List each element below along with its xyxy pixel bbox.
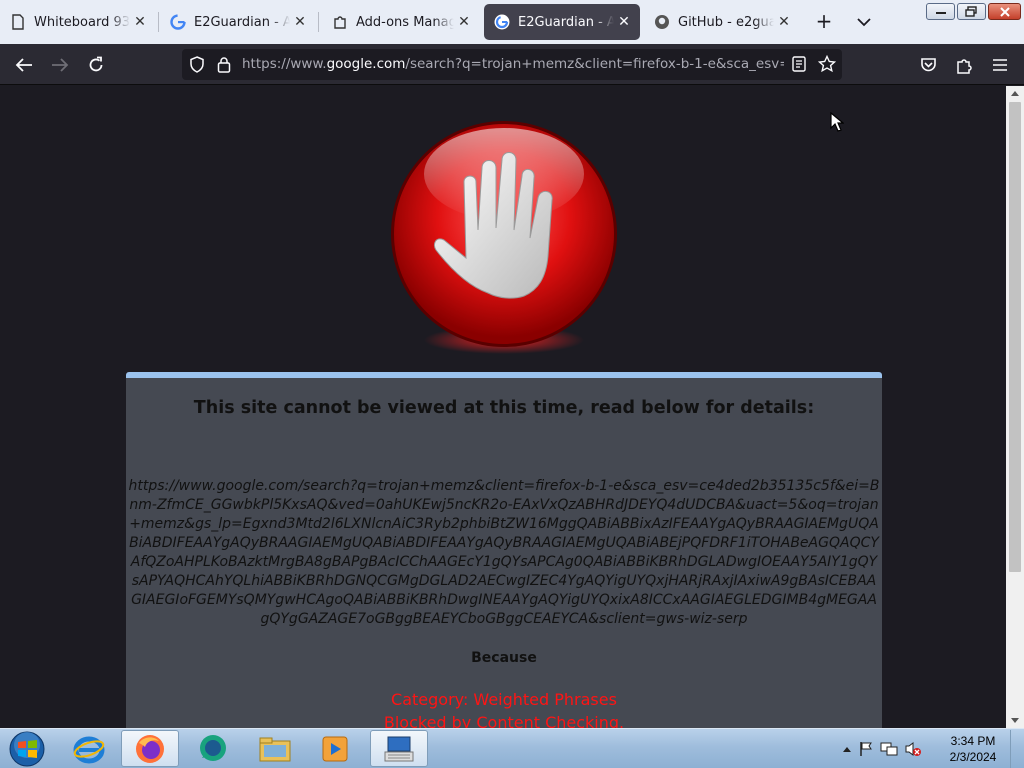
back-arrow-icon	[15, 58, 32, 72]
vertical-scrollbar[interactable]	[1006, 86, 1024, 729]
tab-whiteboard[interactable]: Whiteboard 933837 ✕	[0, 4, 156, 40]
url-path: /search?q=trojan+memz&client=firefox-b-1…	[405, 56, 784, 72]
minimize-icon	[935, 11, 946, 14]
new-tab-button[interactable]: +	[812, 10, 836, 34]
because-label: Because	[471, 650, 537, 666]
pocket-button[interactable]	[915, 52, 941, 78]
document-icon	[10, 14, 26, 30]
puzzle-icon	[956, 58, 972, 74]
tab-addons-manager[interactable]: Add-ons Manager ✕	[322, 4, 480, 40]
taskbar-internet-explorer[interactable]	[60, 730, 118, 767]
mouse-cursor-icon	[830, 112, 844, 132]
block-reason: Blocked by Content Checking.	[383, 713, 625, 729]
tab-divider	[158, 12, 159, 32]
github-icon	[654, 14, 670, 30]
tab-divider	[318, 12, 319, 32]
close-window-button[interactable]	[988, 3, 1021, 20]
firefox-icon	[136, 734, 164, 763]
tab-title: E2Guardian - Access Denied	[194, 14, 290, 30]
forward-arrow-icon	[52, 58, 69, 72]
keyboard-app-icon	[384, 736, 414, 761]
stop-hand-icon	[391, 121, 617, 354]
show-hidden-icons-icon[interactable]	[842, 745, 852, 753]
blocked-url: https://www.google.com/search?q=trojan+m…	[128, 478, 880, 627]
pocket-icon	[920, 58, 936, 72]
reload-icon	[89, 56, 103, 72]
close-icon	[999, 6, 1010, 17]
address-bar[interactable]: https://www.google.com/search?q=trojan+m…	[182, 49, 842, 80]
volume-muted-icon[interactable]	[904, 741, 922, 757]
lock-icon[interactable]	[217, 56, 231, 77]
extensions-button[interactable]	[951, 52, 977, 78]
block-message-panel: This site cannot be viewed at this time,…	[126, 372, 882, 729]
file-explorer-icon	[259, 737, 291, 761]
start-button[interactable]	[4, 730, 50, 768]
url-text[interactable]: https://www.google.com/search?q=trojan+m…	[242, 56, 784, 72]
tab-e2guardian-1[interactable]: E2Guardian - Access Denied ✕	[160, 4, 316, 40]
close-tab-icon[interactable]: ✕	[290, 12, 310, 32]
tab-e2guardian-active[interactable]: E2Guardian - Access Denied ✕	[484, 4, 640, 40]
scrollbar-thumb[interactable]	[1009, 102, 1021, 572]
taskbar-keyboard-app[interactable]	[370, 730, 428, 767]
close-tab-icon[interactable]: ✕	[454, 12, 474, 32]
bookmark-star-icon[interactable]	[817, 54, 837, 77]
close-tab-icon[interactable]: ✕	[614, 12, 634, 32]
reader-view-icon[interactable]	[792, 56, 806, 76]
media-player-icon	[322, 736, 348, 761]
tab-github[interactable]: GitHub - e2guardian ✕	[644, 4, 800, 40]
taskbar-chat-app[interactable]	[184, 730, 242, 767]
page-content: This site cannot be viewed at this time,…	[0, 86, 1006, 729]
close-tab-icon[interactable]: ✕	[130, 12, 150, 32]
tab-title: Add-ons Manager	[356, 14, 454, 30]
taskbar-media-player[interactable]	[306, 730, 364, 767]
list-all-tabs-button[interactable]	[852, 10, 876, 34]
windows-start-icon	[9, 731, 45, 767]
restore-button[interactable]	[957, 3, 986, 20]
chevron-down-icon	[857, 17, 871, 26]
scroll-down-icon[interactable]	[1006, 713, 1024, 727]
tab-title: Whiteboard 933837	[34, 14, 130, 30]
forward-button[interactable]	[47, 52, 73, 78]
tab-strip: Whiteboard 933837 ✕ E2Guardian - Access …	[0, 0, 1024, 44]
hamburger-menu-icon	[993, 59, 1007, 71]
system-tray	[842, 735, 922, 763]
close-tab-icon[interactable]: ✕	[774, 12, 794, 32]
google-icon	[170, 14, 186, 30]
clock-time: 3:34 PM	[950, 734, 996, 748]
tab-title: E2Guardian - Access Denied	[518, 14, 614, 30]
taskbar-firefox[interactable]	[121, 730, 179, 767]
url-prefix: https://www.	[242, 56, 327, 72]
taskbar: 3:34 PM 2/3/2024	[0, 728, 1024, 768]
chat-icon	[200, 734, 226, 761]
back-button[interactable]	[11, 52, 37, 78]
show-desktop-button[interactable]	[1010, 730, 1024, 768]
restore-icon	[965, 6, 977, 17]
block-category: Category: Weighted Phrases	[391, 690, 617, 709]
system-clock[interactable]: 3:34 PM 2/3/2024	[940, 733, 1006, 765]
clock-date: 2/3/2024	[949, 750, 997, 764]
tracking-protection-shield-icon[interactable]	[189, 56, 205, 77]
scroll-up-icon[interactable]	[1006, 86, 1024, 100]
minimize-button[interactable]	[926, 3, 955, 20]
tab-title: GitHub - e2guardian	[678, 14, 774, 30]
taskbar-file-explorer[interactable]	[246, 730, 304, 767]
google-icon	[494, 14, 510, 30]
block-heading: This site cannot be viewed at this time,…	[193, 398, 815, 418]
internet-explorer-icon	[73, 736, 105, 763]
action-center-flag-icon[interactable]	[858, 741, 874, 757]
reload-button[interactable]	[83, 52, 109, 78]
network-icon[interactable]	[880, 741, 898, 757]
url-domain: google.com	[326, 56, 406, 72]
app-menu-button[interactable]	[987, 52, 1013, 78]
navigation-toolbar: https://www.google.com/search?q=trojan+m…	[0, 44, 1024, 85]
puzzle-icon	[332, 14, 348, 30]
